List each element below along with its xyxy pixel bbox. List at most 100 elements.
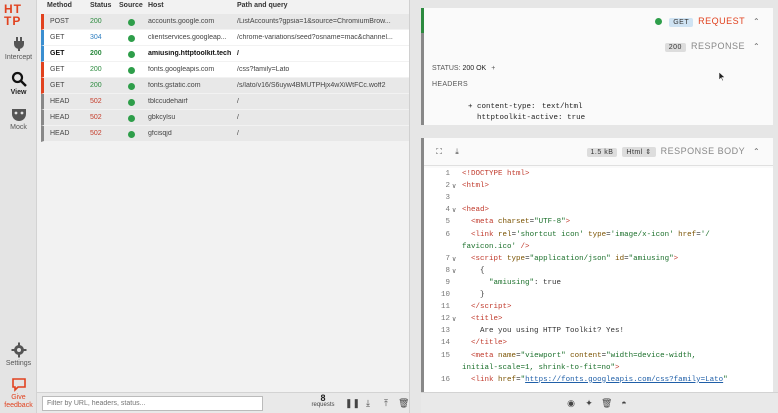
table-row[interactable]: GET 200 fonts.gstatic.com /s/lato/v16/S6…: [41, 78, 409, 94]
body-card-header[interactable]: 1.5 kB Html ⇕ RESPONSE BODY ⌃: [586, 146, 761, 157]
plug-icon: [13, 37, 24, 51]
row-status: 200: [90, 82, 102, 89]
row-host: gfcisqjd: [148, 130, 172, 137]
column-header-path[interactable]: Path and query: [237, 2, 288, 9]
sidebar-item-view[interactable]: View: [0, 71, 37, 96]
code-editor[interactable]: 1 <!DOCTYPE html> 2 ∨ <html> 3 4 ∨ <head> 5 <meta…: [424, 168, 773, 413]
line-number: 4: [445, 206, 450, 215]
row-status: 502: [90, 130, 102, 137]
request-card-header[interactable]: GET REQUEST ⌃: [655, 16, 761, 27]
row-host: amiusing.httptoolkit.tech: [148, 50, 232, 57]
row-host: fonts.gstatic.com: [148, 82, 201, 89]
code-line: Are you using HTTP Toolkit? Yes!: [462, 327, 625, 336]
line-number: 8: [445, 266, 450, 275]
column-header-method[interactable]: Method: [47, 2, 72, 9]
filter-input[interactable]: [42, 396, 263, 411]
row-method: GET: [50, 82, 65, 89]
request-count-value: 8: [320, 393, 326, 403]
expand-icon[interactable]: ⛶: [434, 147, 444, 157]
upload-icon[interactable]: ⤒: [381, 398, 391, 408]
sidebar-item-feedback[interactable]: Give feedback: [0, 376, 37, 410]
code-line: </script>: [471, 303, 512, 312]
sidebar-item-label: Give feedback: [4, 394, 33, 409]
column-header-status[interactable]: Status: [90, 2, 111, 9]
chevron-up-icon[interactable]: ⌃: [753, 42, 761, 51]
row-path: /: [237, 114, 239, 121]
line-number: 16: [440, 375, 450, 384]
fold-chevron-icon[interactable]: ∨: [452, 315, 460, 324]
sidebar-nav: HT TP Intercept View Mock Settings Give …: [0, 0, 37, 413]
request-list: Method Status Source Host Path and query…: [37, 0, 409, 392]
fold-chevron-icon[interactable]: ∨: [452, 182, 460, 191]
sidebar-item-intercept[interactable]: Intercept: [0, 36, 37, 61]
format-select-value: Html: [626, 149, 643, 156]
sidebar-item-settings[interactable]: Settings: [0, 342, 37, 367]
row-status: 502: [90, 98, 102, 105]
request-method-badge: GET: [669, 18, 694, 27]
source-icon: [128, 34, 142, 43]
download-icon[interactable]: ⤓: [452, 147, 462, 157]
sidebar-item-label: Settings: [5, 360, 32, 367]
line-number: 1: [445, 170, 450, 178]
row-path: /: [237, 98, 239, 105]
request-count-label: requests: [311, 402, 335, 408]
fold-chevron-icon[interactable]: ∨: [452, 255, 460, 264]
eye-icon[interactable]: ◉: [566, 398, 576, 408]
table-row[interactable]: GET 304 clientservices.googleap... /chro…: [41, 30, 409, 46]
request-count: 8 requests: [307, 393, 339, 409]
row-method: HEAD: [50, 98, 70, 105]
pin-icon[interactable]: ✦: [584, 398, 594, 408]
body-card-title: RESPONSE BODY: [660, 146, 745, 156]
fold-chevron-icon[interactable]: ∨: [452, 206, 460, 215]
row-status: 200: [90, 50, 102, 57]
row-path: /ListAccounts?gpsia=1&source=ChromiumBro…: [237, 18, 391, 25]
code-line: }: [462, 291, 485, 299]
line-number: 11: [440, 303, 450, 312]
table-row[interactable]: HEAD 502 gfcisqjd /: [41, 126, 409, 142]
row-path: /: [237, 130, 239, 137]
mock-icon[interactable]: ◓: [619, 398, 629, 408]
source-icon: [128, 98, 142, 107]
gear-icon: [11, 342, 26, 358]
download-icon[interactable]: ⤓: [363, 398, 373, 408]
chevron-up-icon[interactable]: ⌃: [753, 17, 761, 26]
plus-icon[interactable]: +: [491, 65, 495, 72]
table-row[interactable]: HEAD 502 tblccudehairf /: [41, 94, 409, 110]
source-icon: [655, 18, 663, 25]
line-number: 2: [445, 182, 450, 191]
request-card[interactable]: GET REQUEST ⌃: [421, 8, 773, 33]
response-card-header[interactable]: 200 RESPONSE ⌃: [664, 41, 761, 52]
line-number: 12: [440, 315, 450, 324]
fold-chevron-icon[interactable]: ∨: [452, 267, 460, 276]
column-header-host[interactable]: Host: [148, 2, 164, 9]
table-row[interactable]: HEAD 502 gbkcylsu /: [41, 110, 409, 126]
table-row[interactable]: POST 200 accounts.google.com /ListAccoun…: [41, 14, 409, 30]
trash-icon[interactable]: 🗑: [601, 398, 612, 408]
code-line: "amiusing": true: [489, 278, 562, 287]
pause-icon[interactable]: ❚❚: [345, 398, 360, 408]
row-host: fonts.googleapis.com: [148, 66, 215, 73]
source-icon: [128, 66, 142, 75]
row-host: tblccudehairf: [148, 98, 188, 105]
row-status: 200: [90, 18, 102, 25]
body-size-badge: 1.5 kB: [586, 148, 618, 157]
code-line: <link href="https://fonts.googleapis.com…: [471, 375, 728, 384]
response-card-title: RESPONSE: [690, 41, 745, 51]
row-path: /chrome-variations/seed?osname=mac&chann…: [237, 34, 393, 41]
sidebar-item-mock[interactable]: Mock: [0, 106, 37, 131]
detail-pane: GET REQUEST ⌃ 200 RESPONSE ⌃ STATUS: 200…: [421, 0, 778, 413]
code-line: initial-scale=1, shrink-to-fit=no">: [462, 363, 620, 372]
table-row[interactable]: GET 200 fonts.googleapis.com /css?family…: [41, 62, 409, 78]
table-row-selected[interactable]: GET 200 amiusing.httptoolkit.tech /: [41, 46, 409, 62]
column-header-source[interactable]: Source: [119, 2, 143, 9]
pane-divider[interactable]: [409, 0, 421, 413]
code-line: <title>: [471, 315, 503, 324]
header-row[interactable]: httptoolkit-active: true: [432, 106, 585, 130]
line-number: 13: [440, 327, 450, 336]
code-line: <head>: [462, 206, 490, 215]
trash-icon[interactable]: 🗑: [398, 398, 409, 408]
list-footer: 8 requests ❚❚ ⤓ ⤒ 🗑: [37, 392, 409, 413]
chevron-up-icon[interactable]: ⌃: [753, 147, 761, 156]
format-select[interactable]: Html ⇕: [622, 147, 656, 157]
feedback-icon: [11, 378, 26, 392]
